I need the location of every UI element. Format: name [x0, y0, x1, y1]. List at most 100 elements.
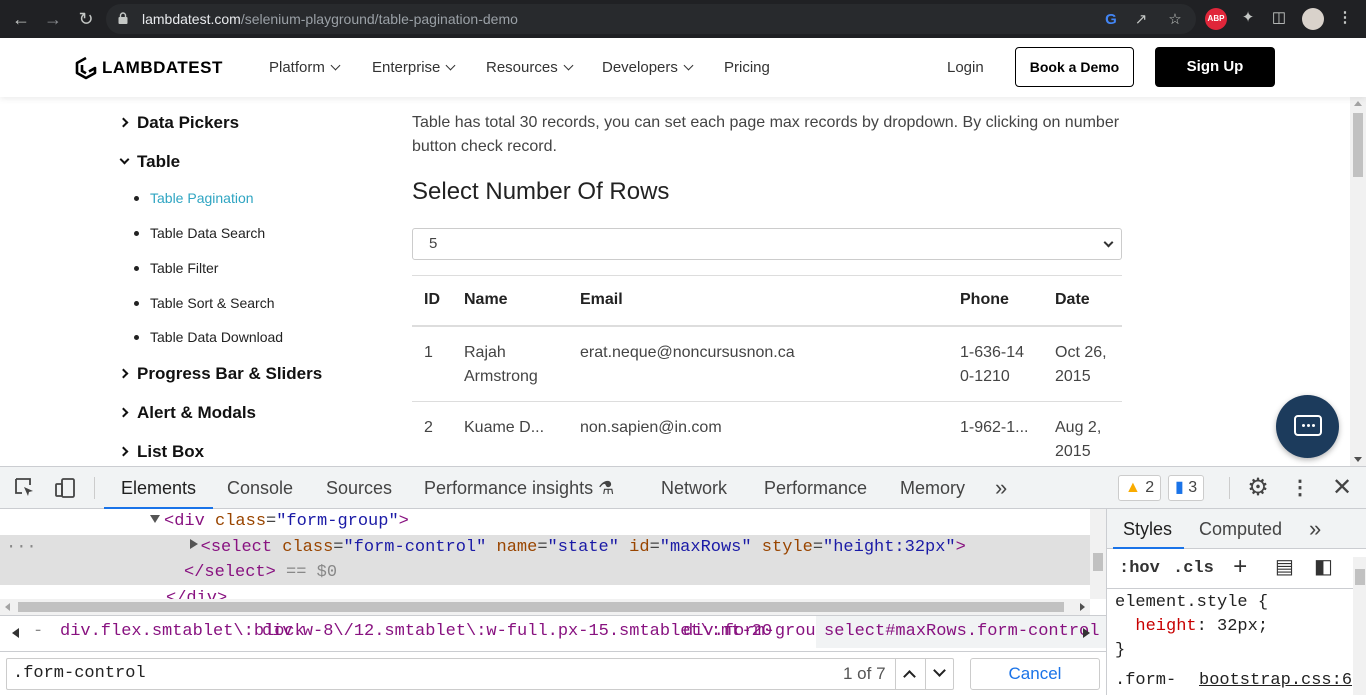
messages-badge[interactable]: ▮ 3: [1168, 475, 1205, 501]
breadcrumb-item[interactable]: div.form-group: [683, 616, 826, 648]
stylesheet-source-link[interactable]: bootstrap.css:6: [1199, 669, 1352, 693]
tab-performance-insights[interactable]: Performance insights ⚗: [424, 467, 614, 509]
tab-console[interactable]: Console: [227, 467, 293, 509]
sidebar-item-table-data-download[interactable]: Table Data Download: [134, 329, 283, 345]
page-scrollbar[interactable]: [1350, 97, 1366, 466]
max-rows-select[interactable]: 5: [412, 228, 1122, 260]
devtools-tabbar: Elements Console Sources Performance ins…: [0, 467, 1366, 509]
sidebar-item-table-sort-search[interactable]: Table Sort & Search: [134, 295, 275, 311]
address-bar[interactable]: lambdatest.com/selenium-playground/table…: [106, 4, 1196, 34]
close-devtools-icon[interactable]: ✕: [1330, 476, 1354, 500]
sidebar-item-table-pagination[interactable]: Table Pagination: [134, 190, 254, 206]
dom-search-input[interactable]: .form-control: [6, 658, 954, 690]
adblock-plus-icon[interactable]: ABP: [1205, 8, 1227, 30]
class-toggle[interactable]: .cls: [1173, 549, 1214, 589]
sidebar-item-table-filter[interactable]: Table Filter: [134, 260, 218, 276]
chevron-down-icon: [1103, 237, 1114, 248]
login-link[interactable]: Login: [947, 38, 984, 97]
forward-icon[interactable]: →: [41, 7, 65, 31]
column-header-email: Email: [568, 275, 948, 327]
breadcrumb-item-selected[interactable]: select#maxRows.form-control: [816, 616, 1108, 648]
chevron-up-icon: [903, 670, 916, 683]
chevron-down-icon: [330, 60, 341, 71]
tab-styles[interactable]: Styles: [1112, 509, 1185, 549]
chevron-down-icon: [445, 60, 456, 71]
devtools-menu-icon[interactable]: ⋮: [1288, 476, 1312, 500]
nav-platform[interactable]: Platform: [269, 38, 341, 97]
scroll-down-arrow[interactable]: [1354, 457, 1362, 462]
more-panes-icon[interactable]: »: [1309, 509, 1321, 549]
tab-performance[interactable]: Performance: [764, 467, 867, 509]
new-style-rule-icon[interactable]: +: [1233, 549, 1247, 589]
paint-format-icon[interactable]: ▤: [1275, 549, 1294, 589]
collapse-triangle-icon[interactable]: [189, 539, 198, 549]
device-toolbar-icon[interactable]: [53, 476, 77, 500]
profile-avatar[interactable]: [1302, 8, 1324, 30]
breadcrumb-scroll-left-icon[interactable]: [12, 628, 19, 638]
lambdatest-logo[interactable]: LAMBDATEST: [74, 55, 223, 81]
chevron-right-icon: [118, 117, 129, 128]
scroll-up-arrow[interactable]: [1354, 101, 1362, 106]
dom-node-select-close[interactable]: </select> == $0: [0, 560, 1090, 585]
search-cancel-button[interactable]: Cancel: [970, 658, 1100, 690]
cell-phone: 1-636-140-1210: [948, 325, 1043, 402]
settings-gear-icon[interactable]: ⚙: [1246, 476, 1270, 500]
chat-button[interactable]: [1276, 395, 1339, 458]
more-tabs-icon[interactable]: »: [995, 467, 1007, 509]
inspect-element-icon[interactable]: [13, 476, 37, 500]
extensions-puzzle-icon[interactable]: ✦: [1237, 7, 1259, 29]
sidebar-category-data-pickers[interactable]: Data Pickers: [118, 113, 239, 133]
tab-computed[interactable]: Computed: [1199, 509, 1282, 549]
cell-date: Aug 2, 2015: [1043, 401, 1122, 466]
table-row: 1 Rajah Armstrong erat.neque@noncursusno…: [412, 325, 1122, 402]
search-next-button[interactable]: [925, 658, 953, 690]
google-icon[interactable]: G: [1102, 11, 1120, 29]
devtools-panel: Elements Console Sources Performance ins…: [0, 466, 1366, 695]
search-previous-button[interactable]: [895, 658, 923, 690]
element-style-rule[interactable]: element.style { height: 32px; }: [1115, 591, 1268, 663]
nav-enterprise[interactable]: Enterprise: [372, 38, 456, 97]
hover-state-toggle[interactable]: :hov: [1119, 549, 1160, 589]
reload-icon[interactable]: ↻: [74, 7, 98, 31]
toggle-sidebar-icon[interactable]: ◧: [1314, 549, 1333, 589]
styles-toolbar: :hov .cls + ▤ ◧: [1107, 549, 1366, 589]
dom-breadcrumbs: - div.flex.smtablet\:block div.w-8\/12.s…: [0, 615, 1108, 649]
sidebar-category-table[interactable]: Table: [119, 152, 180, 172]
warning-icon: ▲: [1125, 479, 1141, 496]
warnings-badge[interactable]: ▲ 2: [1118, 475, 1162, 501]
column-header-id: ID: [412, 275, 452, 327]
book-demo-button[interactable]: Book a Demo: [1015, 47, 1134, 87]
back-icon[interactable]: ←: [9, 7, 33, 31]
sidebar-category-progress-bar-sliders[interactable]: Progress Bar & Sliders: [118, 364, 322, 384]
search-match-count: 1 of 7: [843, 664, 886, 683]
bookmark-star-icon[interactable]: ☆: [1166, 11, 1184, 29]
dom-tree-horizontal-scrollbar[interactable]: [0, 599, 1090, 615]
chevron-right-icon: [118, 368, 129, 379]
scrollbar-thumb[interactable]: [1353, 113, 1363, 177]
form-control-rule-selector[interactable]: .form-: [1115, 669, 1176, 693]
nav-pricing[interactable]: Pricing: [724, 38, 770, 97]
side-panel-icon[interactable]: ◫: [1268, 7, 1290, 29]
dom-tree-vertical-scrollbar[interactable]: [1090, 509, 1106, 599]
share-icon[interactable]: ↗: [1132, 11, 1150, 29]
tab-network[interactable]: Network: [661, 467, 727, 509]
sidebar-category-list-box[interactable]: List Box: [118, 442, 204, 462]
chevron-down-icon: [933, 664, 946, 677]
expand-ellipsis-button[interactable]: [965, 539, 986, 551]
dom-node-div-close[interactable]: </div>: [0, 586, 1090, 600]
expand-triangle-icon[interactable]: [150, 515, 160, 523]
sidebar-item-table-data-search[interactable]: Table Data Search: [134, 225, 265, 241]
styles-scrollbar[interactable]: [1353, 557, 1366, 695]
sidebar-category-alert-modals[interactable]: Alert & Modals: [118, 403, 256, 423]
nav-developers[interactable]: Developers: [602, 38, 694, 97]
nav-resources[interactable]: Resources: [486, 38, 574, 97]
breadcrumb-scroll-right-icon[interactable]: [1083, 628, 1090, 638]
sign-up-button[interactable]: Sign Up: [1155, 47, 1275, 87]
tab-sources[interactable]: Sources: [326, 467, 392, 509]
column-header-name: Name: [452, 275, 568, 327]
dom-node-form-group[interactable]: <div class="form-group">: [0, 509, 1090, 534]
tab-elements[interactable]: Elements: [103, 467, 214, 509]
tab-memory[interactable]: Memory: [900, 467, 965, 509]
dom-node-select-maxrows[interactable]: ··· <select class="form-control" name="s…: [0, 535, 1090, 560]
menu-kebab-icon[interactable]: ⋮: [1334, 7, 1356, 29]
